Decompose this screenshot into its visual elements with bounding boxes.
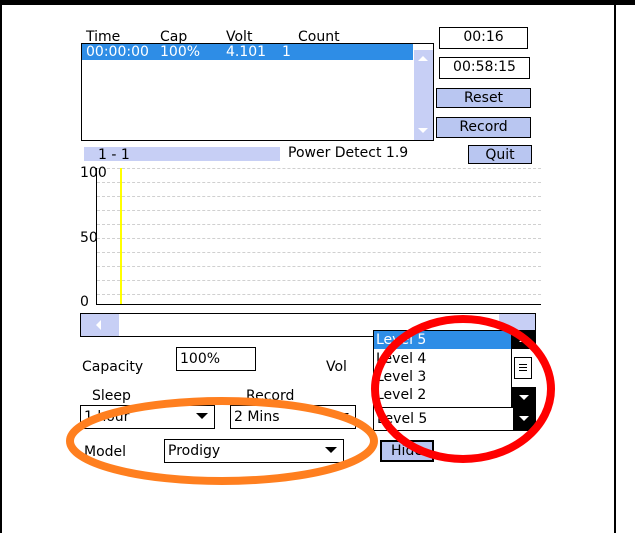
annotation-overlay: [66, 315, 555, 485]
red-highlight-circle: [371, 315, 555, 463]
orange-highlight-ellipse: [66, 397, 378, 485]
